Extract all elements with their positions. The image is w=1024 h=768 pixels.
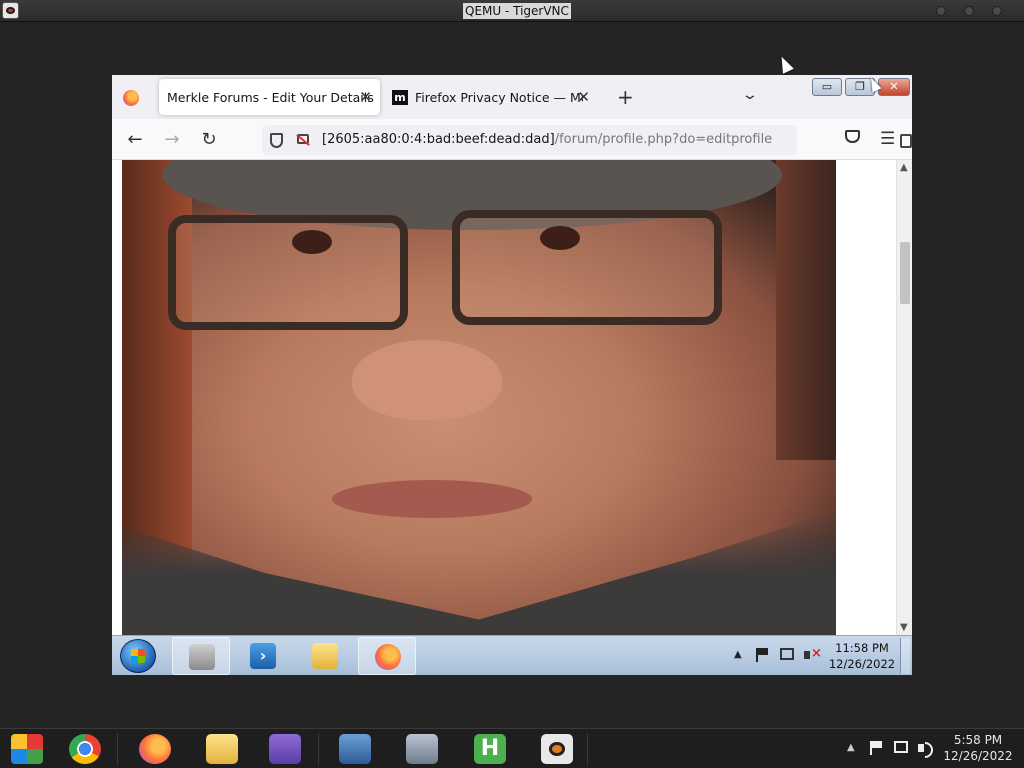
chrome-taskbar-button[interactable] [58,731,114,767]
mouse-cursor-icon [776,54,794,74]
photo-nose [352,340,502,420]
back-arrow-icon[interactable]: ← [124,129,146,150]
guest-screen[interactable]: Merkle Forums - Edit Your Details ✕ m Fi… [112,75,912,675]
firefox-view-icon[interactable] [123,90,139,106]
pocket-icon[interactable] [845,130,860,143]
insecure-lock-icon[interactable] [297,134,309,144]
new-tab-button[interactable]: + [617,85,634,109]
taskbar-separator [117,733,118,765]
remote-desktop-icon [339,734,371,764]
guest-taskbar: › ▲ 11:58 PM 12/26/2022 [112,635,912,675]
file-manager-taskbar-button[interactable] [195,731,251,767]
scrollbar-thumb[interactable] [900,242,910,304]
tigervnc-icon[interactable] [2,2,19,19]
network-icon [269,734,301,764]
photo-mouth [332,480,532,518]
tab-merkle-forums[interactable]: Merkle Forums - Edit Your Details ✕ [159,79,380,115]
photos-taskbar-button[interactable] [0,731,56,767]
photo-glasses-lens [168,215,408,330]
hexchat-icon: H [474,734,506,764]
vertical-scrollbar[interactable]: ▲ ▼ [896,160,912,635]
firefox-taskbar-button[interactable] [128,731,184,767]
installer-icon [406,734,438,764]
taskbar-separator [587,733,588,765]
list-all-tabs-icon[interactable]: ⌄ [741,87,759,103]
volume-icon[interactable] [918,741,933,758]
forward-arrow-icon[interactable]: → [161,129,183,150]
scroll-down-arrow-icon[interactable]: ▼ [900,622,908,633]
tigervnc-icon [541,734,573,764]
tab-firefox-privacy-notice[interactable]: m Firefox Privacy Notice — Mozilla ✕ [388,79,598,115]
hamburger-menu-icon[interactable]: ☰ [880,129,895,149]
window-controls: ▭ ❐ ✕ [812,78,911,96]
photos-icon [11,734,43,764]
host-clock-time: 5:58 PM [953,733,1003,747]
shield-icon[interactable] [270,133,283,148]
reload-icon[interactable]: ↻ [198,129,220,150]
url-path: /forum/profile.php?do=editprofile [554,132,773,147]
vnc-maximize-button[interactable] [964,6,974,16]
navigation-toolbar: ← → ↻ [2605:aa80:0:4:bad:beef:dead:dad]/… [112,119,912,160]
show-hidden-icons-icon[interactable]: ▲ [847,742,855,753]
action-center-flag-icon[interactable] [756,648,768,662]
minimize-button[interactable]: ▭ [812,78,842,96]
file-explorer-taskbar-button[interactable] [296,637,354,675]
reader-view-icon[interactable] [900,134,912,148]
server-manager-icon [189,644,215,670]
remote-desktop-taskbar-button[interactable] [328,731,384,767]
powershell-taskbar-button[interactable]: › [234,637,292,675]
taskbar-separator [318,733,319,765]
firefox-icon [375,644,401,670]
vnc-titlebar: QEMU - TigerVNC [0,0,1024,22]
host-clock-date: 12/26/2022 [943,749,1013,763]
address-bar[interactable]: [2605:aa80:0:4:bad:beef:dead:dad]/forum/… [262,125,912,155]
photo-eye [540,226,580,250]
network-icon[interactable] [894,741,908,753]
server-manager-taskbar-button[interactable] [172,637,230,675]
network-icon[interactable] [780,648,794,660]
chrome-icon [69,734,101,764]
vnc-minimize-button[interactable] [936,6,946,16]
close-window-button[interactable]: ✕ [878,78,910,96]
tigervnc-taskbar-button[interactable] [530,731,586,767]
action-center-flag-icon[interactable] [870,741,882,755]
mozilla-favicon-icon: m [392,90,408,105]
page-content: ▲ ▼ [112,160,912,635]
show-hidden-icons-icon[interactable]: ▲ [734,649,742,660]
powershell-icon: › [250,643,276,669]
url-text[interactable]: [2605:aa80:0:4:bad:beef:dead:dad]/forum/… [322,132,772,147]
profile-photo [122,160,836,635]
host-taskbar: H ▲ 5:58 PM 12/26/2022 [0,728,1024,768]
firefox-icon [139,734,171,764]
file-explorer-icon [312,643,338,669]
vnc-close-button[interactable] [992,6,1002,16]
photo-glasses-lens [452,210,722,325]
url-host: [2605:aa80:0:4:bad:beef:dead:dad] [322,132,555,147]
guest-clock-date: 12/26/2022 [828,657,896,671]
browser-tab-bar: Merkle Forums - Edit Your Details ✕ m Fi… [112,75,912,119]
guest-clock-time: 11:58 PM [835,641,889,655]
show-desktop-button[interactable] [900,638,910,674]
volume-muted-icon[interactable] [804,646,822,662]
scroll-up-arrow-icon[interactable]: ▲ [900,162,908,173]
photo-background [776,160,836,460]
host-clock[interactable]: 5:58 PM 12/26/2022 [938,732,1018,764]
vnc-window-title: QEMU - TigerVNC [463,3,571,19]
photo-eye [292,230,332,254]
hexchat-taskbar-button[interactable]: H [463,731,519,767]
close-tab-icon[interactable]: ✕ [577,88,590,106]
guest-clock[interactable]: 11:58 PM 12/26/2022 [827,640,897,672]
network-taskbar-button[interactable] [258,731,314,767]
start-orb-icon[interactable] [120,639,156,673]
close-tab-icon[interactable]: ✕ [359,88,372,106]
firefox-taskbar-button[interactable] [358,637,416,675]
installer-taskbar-button[interactable] [395,731,451,767]
tab-label: Firefox Privacy Notice — Mozilla [415,90,583,105]
tab-label: Merkle Forums - Edit Your Details [167,90,374,105]
file-manager-icon [206,734,238,764]
